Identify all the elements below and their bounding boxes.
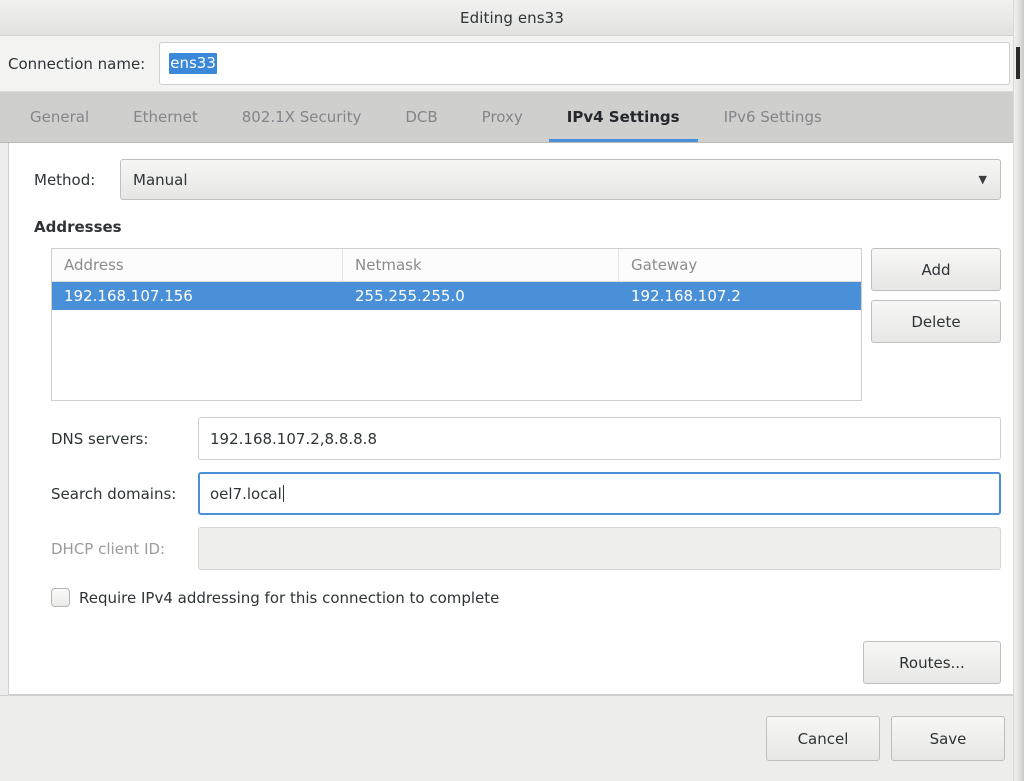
column-header-netmask[interactable]: Netmask (343, 249, 619, 281)
addresses-table[interactable]: Address Netmask Gateway 192.168.107.156 … (51, 248, 862, 401)
dns-servers-row: DNS servers: 192.168.107.2,8.8.8.8 (23, 417, 1001, 460)
window-right-edge (1013, 0, 1024, 781)
delete-button[interactable]: Delete (871, 300, 1001, 343)
dns-servers-input[interactable]: 192.168.107.2,8.8.8.8 (198, 417, 1001, 460)
window-edge-marker (1016, 47, 1020, 79)
tab-dcb[interactable]: DCB (383, 92, 459, 142)
dhcp-client-id-row: DHCP client ID: (23, 527, 1001, 570)
cell-address: 192.168.107.156 (64, 287, 193, 305)
table-empty-space (52, 310, 861, 400)
routes-row: Routes... (23, 629, 1001, 684)
tab-ipv6-settings[interactable]: IPv6 Settings (702, 92, 844, 142)
require-ipv4-row[interactable]: Require IPv4 addressing for this connect… (51, 588, 1001, 607)
table-header-row: Address Netmask Gateway (52, 249, 861, 282)
method-value: Manual (133, 170, 188, 189)
connection-name-row: Connection name: ens33 (0, 36, 1024, 92)
chevron-down-icon: ▼ (978, 173, 987, 186)
dhcp-client-id-label: DHCP client ID: (51, 539, 166, 558)
add-button[interactable]: Add (871, 248, 1001, 291)
search-domains-value: oel7.local (210, 484, 282, 503)
connection-name-label: Connection name: (8, 54, 146, 73)
tab-8021x-security[interactable]: 802.1X Security (220, 92, 384, 142)
text-cursor (282, 485, 284, 502)
dns-servers-label: DNS servers: (51, 429, 149, 448)
search-domains-label: Search domains: (51, 484, 177, 503)
dhcp-client-id-input (198, 527, 1001, 570)
tab-general[interactable]: General (8, 92, 111, 142)
cancel-button[interactable]: Cancel (766, 716, 880, 761)
tab-proxy[interactable]: Proxy (460, 92, 545, 142)
require-ipv4-label: Require IPv4 addressing for this connect… (79, 588, 500, 607)
column-header-gateway[interactable]: Gateway (619, 249, 861, 281)
save-button[interactable]: Save (891, 716, 1005, 761)
address-buttons: Add Delete (871, 248, 1001, 343)
method-label: Method: (34, 170, 96, 189)
connection-name-input[interactable]: ens33 (159, 42, 1010, 85)
dialog-action-bar: Cancel Save (0, 695, 1024, 781)
dns-servers-value: 192.168.107.2,8.8.8.8 (210, 429, 377, 448)
search-domains-row: Search domains: oel7.local (23, 472, 1001, 515)
routes-button[interactable]: Routes... (863, 641, 1001, 684)
connection-name-value: ens33 (169, 53, 217, 74)
tab-ipv4-settings[interactable]: IPv4 Settings (545, 92, 702, 142)
tab-ethernet[interactable]: Ethernet (111, 92, 220, 142)
method-row: Method: Manual ▼ (23, 159, 1001, 200)
title-bar: Editing ens33 (0, 0, 1024, 36)
method-dropdown[interactable]: Manual ▼ (120, 159, 1001, 200)
search-domains-input[interactable]: oel7.local (198, 472, 1001, 515)
addresses-heading: Addresses (34, 218, 122, 236)
cell-netmask: 255.255.255.0 (355, 287, 465, 305)
editing-connection-window: Editing ens33 Connection name: ens33 Gen… (0, 0, 1024, 781)
cell-gateway: 192.168.107.2 (631, 287, 741, 305)
column-header-address[interactable]: Address (52, 249, 343, 281)
ipv4-settings-page: Method: Manual ▼ Addresses Address Netma… (8, 143, 1016, 695)
settings-tab-bar: General Ethernet 802.1X Security DCB Pro… (0, 92, 1024, 143)
table-row[interactable]: 192.168.107.156 255.255.255.0 192.168.10… (52, 282, 861, 310)
addresses-area: Address Netmask Gateway 192.168.107.156 … (23, 248, 1001, 401)
window-title: Editing ens33 (460, 8, 564, 27)
require-ipv4-checkbox[interactable] (51, 588, 70, 607)
